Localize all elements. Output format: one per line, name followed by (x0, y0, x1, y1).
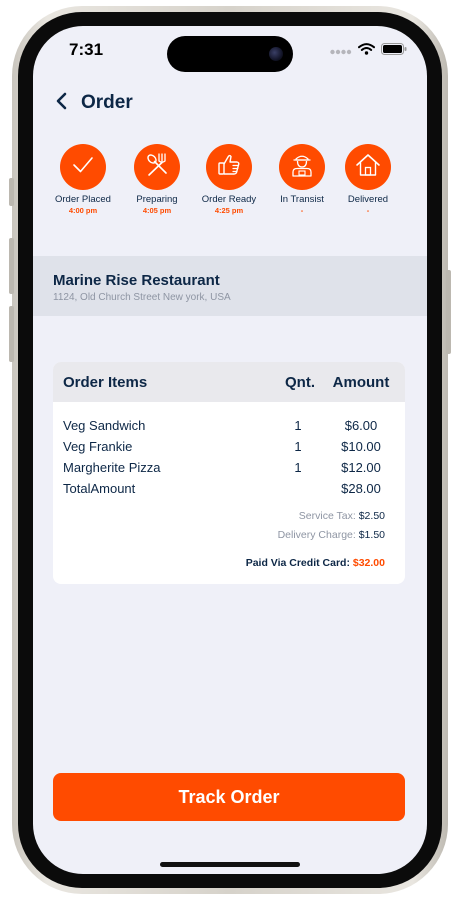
step-delivered: Delivered - (328, 144, 408, 215)
checkmark-icon (68, 150, 98, 185)
status-time: 7:31 (69, 40, 104, 59)
step-circle (279, 144, 325, 190)
order-status-steps: Order Placed 4:00 pm Preparing 4:05 pm O… (33, 144, 427, 224)
battery-icon (381, 42, 407, 60)
dynamic-island (167, 36, 293, 72)
delivery-person-icon (287, 150, 317, 185)
step-label: Order Ready (201, 194, 257, 205)
status-icons (330, 42, 407, 60)
signal-dots-icon (330, 42, 352, 60)
step-order-placed: Order Placed 4:00 pm (43, 144, 123, 215)
volume-down-button (9, 306, 14, 362)
total-amount: $28.00 (341, 481, 381, 496)
step-time: 4:00 pm (68, 206, 98, 215)
track-order-button[interactable]: Track Order (53, 773, 405, 821)
total-row: TotalAmount $28.00 (53, 481, 405, 501)
app-screen: 7:31 Order Order Placed 4:00 pm Preparin… (33, 26, 427, 874)
home-icon (353, 150, 383, 185)
item-amount: $6.00 (344, 418, 378, 433)
service-tax: Service Tax: $2.50 (299, 510, 385, 522)
action-button (9, 178, 14, 206)
power-button (446, 270, 451, 354)
wifi-icon (358, 42, 375, 60)
header-items: Order Items (63, 374, 148, 391)
item-qty: 1 (294, 439, 302, 454)
item-name: Margherite Pizza (63, 460, 161, 475)
nav-bar: Order (51, 92, 133, 114)
paid-label: Paid Via Credit Card: (245, 557, 350, 569)
item-qty: 1 (294, 460, 302, 475)
item-amount: $10.00 (341, 439, 381, 454)
step-time: 4:05 pm (142, 206, 172, 215)
volume-up-button (9, 238, 14, 294)
thumbs-up-icon (214, 150, 244, 185)
back-button[interactable] (51, 92, 71, 114)
service-tax-value: $2.50 (358, 510, 385, 522)
step-time: 4:25 pm (214, 206, 244, 215)
delivery-charge-label: Delivery Charge: (277, 529, 356, 541)
utensils-icon (142, 150, 172, 185)
header-amount: Amount (332, 374, 390, 391)
paid-amount: $32.00 (352, 557, 385, 569)
item-qty: 1 (294, 418, 302, 433)
payment-summary: Paid Via Credit Card: $32.00 (246, 557, 385, 569)
delivery-charge: Delivery Charge: $1.50 (278, 529, 385, 541)
restaurant-address: 1124, Old Church Street New york, USA (53, 292, 231, 303)
step-circle (60, 144, 106, 190)
service-tax-label: Service Tax: (298, 510, 356, 522)
header-qty: Qnt. (285, 374, 315, 391)
chevron-left-icon (55, 92, 67, 115)
step-time: - (366, 206, 370, 215)
page-title: Order (81, 92, 133, 113)
step-label: Delivered (347, 194, 389, 205)
step-preparing: Preparing 4:05 pm (117, 144, 197, 215)
step-order-ready: Order Ready 4:25 pm (189, 144, 269, 215)
step-circle (134, 144, 180, 190)
item-name: Veg Frankie (63, 439, 133, 454)
order-items-header: Order Items Qnt. Amount (53, 362, 405, 402)
step-circle (345, 144, 391, 190)
list-item: Veg Frankie 1 $10.00 (53, 439, 405, 459)
item-name: Veg Sandwich (63, 418, 146, 433)
restaurant-name: Marine Rise Restaurant (53, 272, 220, 289)
item-amount: $12.00 (341, 460, 381, 475)
step-label: Preparing (136, 194, 178, 205)
step-label: Order Placed (55, 194, 111, 205)
delivery-charge-value: $1.50 (358, 529, 385, 541)
restaurant-info: Marine Rise Restaurant 1124, Old Church … (33, 256, 427, 316)
list-item: Margherite Pizza 1 $12.00 (53, 460, 405, 480)
order-items-card: Order Items Qnt. Amount Veg Sandwich 1 $… (53, 362, 405, 584)
home-indicator[interactable] (160, 862, 300, 867)
list-item: Veg Sandwich 1 $6.00 (53, 418, 405, 438)
step-circle (206, 144, 252, 190)
total-label: TotalAmount (63, 481, 136, 496)
camera-icon (269, 47, 283, 61)
